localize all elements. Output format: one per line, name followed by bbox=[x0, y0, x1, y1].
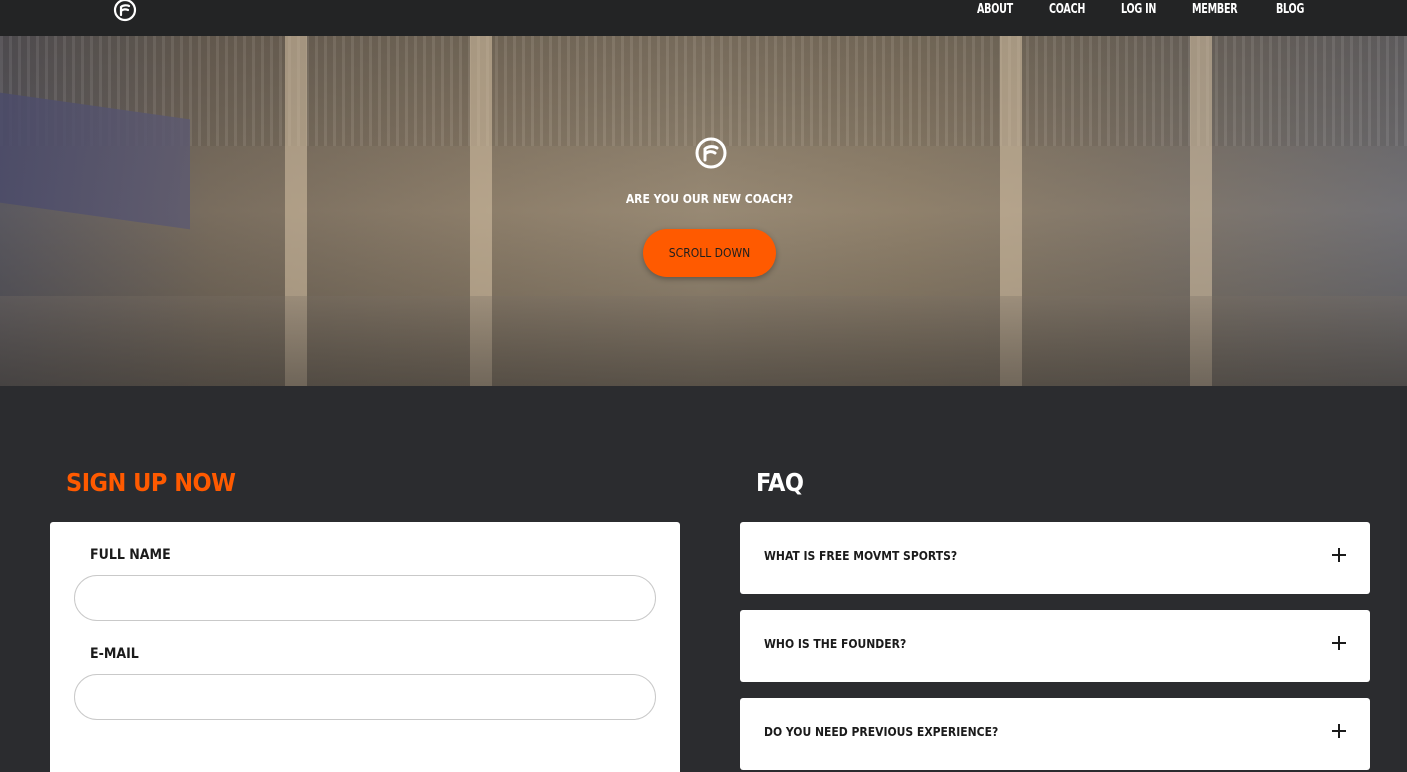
brand-logo-icon[interactable] bbox=[113, 0, 137, 22]
hero-logo-icon bbox=[695, 137, 727, 169]
nav-link-log-in[interactable]: LOG IN bbox=[1121, 2, 1156, 17]
email-label: E-MAIL bbox=[90, 646, 139, 662]
top-navigation-bar: ABOUT COACH LOG IN MEMBER BLOG bbox=[0, 0, 1407, 36]
plus-icon[interactable] bbox=[1332, 548, 1346, 562]
full-name-input[interactable] bbox=[74, 575, 656, 621]
nav-link-about[interactable]: ABOUT bbox=[977, 2, 1013, 17]
faq-item-experience[interactable]: DO YOU NEED PREVIOUS EXPERIENCE? bbox=[740, 698, 1370, 770]
hero-section: ARE YOU OUR NEW COACH? SCROLL DOWN bbox=[0, 36, 1407, 386]
faq-question: DO YOU NEED PREVIOUS EXPERIENCE? bbox=[764, 725, 999, 739]
signup-form: FULL NAME E-MAIL bbox=[50, 522, 680, 772]
faq-item-what-is[interactable]: WHAT IS FREE MOVMT SPORTS? bbox=[740, 522, 1370, 594]
hero-title: ARE YOU OUR NEW COACH? bbox=[625, 192, 794, 206]
email-input[interactable] bbox=[74, 674, 656, 720]
full-name-label: FULL NAME bbox=[90, 547, 171, 563]
faq-question: WHAT IS FREE MOVMT SPORTS? bbox=[764, 549, 958, 563]
faq-title: FAQ bbox=[756, 468, 804, 497]
plus-icon[interactable] bbox=[1332, 636, 1346, 650]
nav-link-coach[interactable]: COACH bbox=[1049, 2, 1085, 17]
hero-background-floor bbox=[0, 296, 1407, 386]
faq-question: WHO IS THE FOUNDER? bbox=[764, 637, 907, 651]
signup-title: SIGN UP NOW bbox=[66, 468, 236, 497]
nav-link-member[interactable]: MEMBER bbox=[1192, 2, 1238, 17]
plus-icon[interactable] bbox=[1332, 724, 1346, 738]
nav-link-blog[interactable]: BLOG bbox=[1276, 2, 1304, 17]
main-nav: ABOUT COACH LOG IN MEMBER BLOG bbox=[977, 2, 1310, 17]
scroll-down-button[interactable]: SCROLL DOWN bbox=[643, 229, 776, 277]
faq-item-founder[interactable]: WHO IS THE FOUNDER? bbox=[740, 610, 1370, 682]
